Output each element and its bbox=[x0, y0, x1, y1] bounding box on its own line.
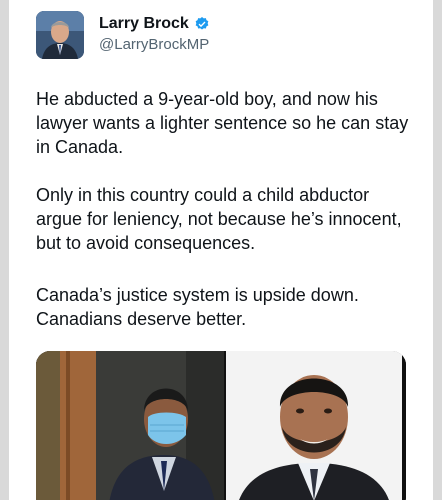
verified-badge-icon bbox=[195, 17, 209, 30]
avatar-portrait-icon bbox=[36, 11, 84, 59]
author-name[interactable]: Larry Brock bbox=[99, 15, 189, 33]
tweet-paragraph-2: Only in this country could a child abduc… bbox=[36, 185, 402, 253]
tweet-media[interactable] bbox=[36, 351, 406, 500]
tweet-paragraph-3: Canada’s justice system is upside down. … bbox=[36, 285, 359, 329]
media-photo-left[interactable] bbox=[36, 351, 224, 500]
author-name-row: Larry Brock bbox=[99, 15, 210, 33]
media-next-image-edge bbox=[402, 351, 406, 500]
author-handle[interactable]: @LarryBrockMP bbox=[99, 36, 209, 53]
tweet-paragraph-1: He abducted a 9-year-old boy, and now hi… bbox=[36, 89, 409, 157]
media-photo-right[interactable] bbox=[226, 351, 402, 500]
bearded-man-photo bbox=[226, 351, 402, 500]
tweet-card: Larry Brock @LarryBrockMP He abducted a … bbox=[9, 0, 433, 500]
masked-man-photo bbox=[36, 351, 224, 500]
author-avatar[interactable] bbox=[36, 11, 84, 59]
